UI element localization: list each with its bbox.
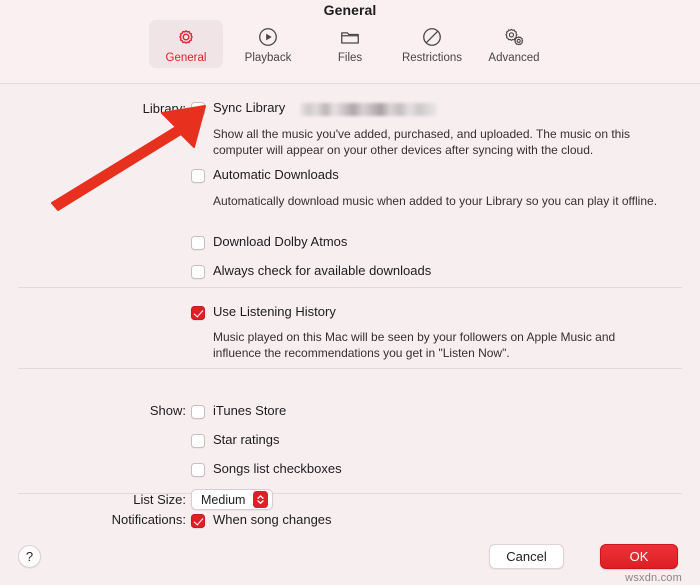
list-size-value: Medium bbox=[201, 492, 246, 507]
sync-library-label: Sync Library bbox=[213, 100, 286, 115]
sync-library-description: Show all the music you've added, purchas… bbox=[213, 127, 630, 157]
tab-files-label: Files bbox=[337, 52, 363, 64]
show-songs-list-checkboxes-label: Songs list checkboxes bbox=[213, 461, 342, 476]
automatic-downloads-label: Automatic Downloads bbox=[213, 167, 339, 182]
download-dolby-atmos-checkbox[interactable] bbox=[191, 236, 205, 250]
notifications-label: Notifications: bbox=[111, 512, 186, 527]
gears-icon bbox=[502, 24, 526, 50]
toolbar-tab-list: General Playback Files Restrictions Adva… bbox=[0, 20, 700, 68]
window-title: General bbox=[323, 2, 377, 18]
tab-advanced[interactable]: Advanced bbox=[477, 20, 551, 68]
tab-restrictions[interactable]: Restrictions bbox=[395, 20, 469, 68]
cancel-button[interactable]: Cancel bbox=[489, 544, 564, 569]
gear-icon bbox=[175, 24, 197, 50]
section-divider-2 bbox=[18, 368, 682, 369]
tab-restrictions-label: Restrictions bbox=[401, 52, 463, 64]
when-song-changes-label: When song changes bbox=[213, 512, 332, 527]
tab-playback-label: Playback bbox=[244, 52, 292, 64]
always-check-downloads-label: Always check for available downloads bbox=[213, 263, 432, 278]
tab-general-label: General bbox=[165, 52, 207, 64]
list-size-label: List Size: bbox=[133, 492, 186, 507]
always-check-downloads-checkbox[interactable] bbox=[191, 265, 205, 279]
automatic-downloads-checkbox[interactable] bbox=[191, 169, 205, 183]
sync-library-redacted-value bbox=[300, 103, 437, 116]
show-itunes-store-label: iTunes Store bbox=[213, 403, 287, 418]
show-itunes-store-checkbox[interactable] bbox=[191, 405, 205, 419]
use-listening-history-checkbox[interactable] bbox=[191, 306, 205, 320]
no-entry-icon bbox=[421, 24, 443, 50]
show-star-ratings-checkbox[interactable] bbox=[191, 434, 205, 448]
tab-playback[interactable]: Playback bbox=[231, 20, 305, 68]
when-song-changes-checkbox[interactable] bbox=[191, 514, 205, 528]
library-section-label: Library: bbox=[142, 101, 186, 116]
preferences-toolbar: General General Playback Files Restricti… bbox=[0, 0, 700, 84]
ok-button[interactable]: OK bbox=[600, 544, 678, 569]
download-dolby-atmos-label: Download Dolby Atmos bbox=[213, 234, 348, 249]
section-divider-1 bbox=[18, 287, 682, 288]
tab-files[interactable]: Files bbox=[313, 20, 387, 68]
sync-library-checkbox[interactable] bbox=[191, 102, 205, 116]
use-listening-history-label: Use Listening History bbox=[213, 304, 336, 319]
show-songs-list-checkboxes-checkbox[interactable] bbox=[191, 463, 205, 477]
dialog-footer: ? Cancel OK wsxdn.com bbox=[0, 534, 700, 585]
list-size-select[interactable]: Medium bbox=[191, 489, 274, 510]
preferences-content: Library: Sync Library Show all the music… bbox=[0, 84, 700, 534]
show-section-label: Show: bbox=[149, 403, 186, 418]
chevron-updown-icon bbox=[253, 491, 269, 508]
folder-icon bbox=[339, 24, 361, 50]
automatic-downloads-description: Automatically download music when added … bbox=[213, 194, 658, 208]
help-button[interactable]: ? bbox=[18, 545, 41, 568]
use-listening-history-description: Music played on this Mac will be seen by… bbox=[213, 330, 616, 360]
tab-general[interactable]: General bbox=[149, 20, 223, 68]
tab-advanced-label: Advanced bbox=[488, 52, 540, 64]
play-circle-icon bbox=[257, 24, 279, 50]
watermark: wsxdn.com bbox=[625, 572, 682, 584]
show-star-ratings-label: Star ratings bbox=[213, 432, 280, 447]
